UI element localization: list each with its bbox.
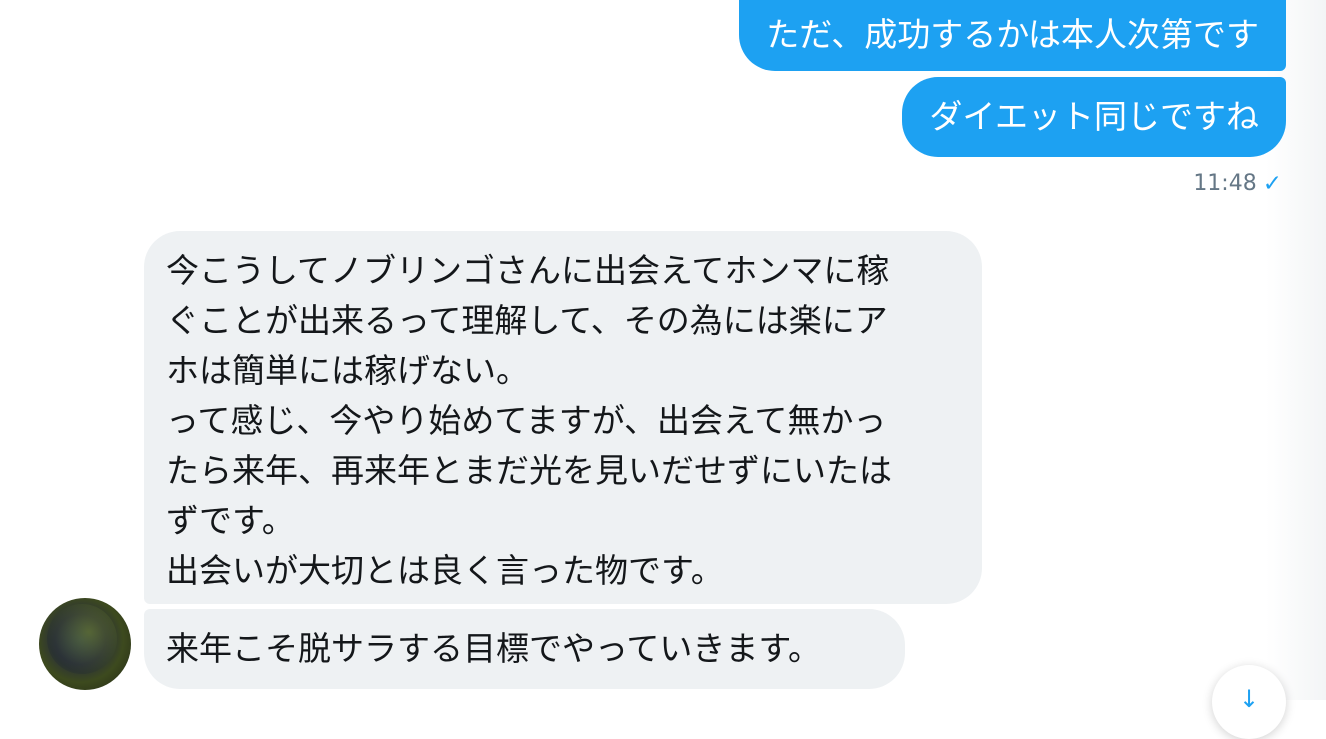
read-check-icon: ✓ <box>1262 171 1282 197</box>
message-timestamp: 11:48 <box>1193 171 1257 196</box>
scroll-down-button[interactable]: ↓ <box>1212 665 1286 739</box>
incoming-message[interactable]: 今こうしてノブリンゴさんに出会えてホンマに稼 ぐことが出来るって理解して、その為… <box>144 231 982 604</box>
dm-conversation: ただ、成功するかは本人次第です ダイエット同じですね 11:48 ✓ 今こうして… <box>0 0 1326 739</box>
message-meta: 11:48 ✓ <box>1193 170 1282 198</box>
incoming-message[interactable]: 来年こそ脱サラする目標でやっていきます。 <box>144 609 905 689</box>
outgoing-message[interactable]: ダイエット同じですね <box>902 77 1286 157</box>
sender-avatar[interactable] <box>39 598 131 690</box>
arrow-down-icon: ↓ <box>1238 685 1260 713</box>
outgoing-message[interactable]: ただ、成功するかは本人次第です <box>739 0 1286 71</box>
